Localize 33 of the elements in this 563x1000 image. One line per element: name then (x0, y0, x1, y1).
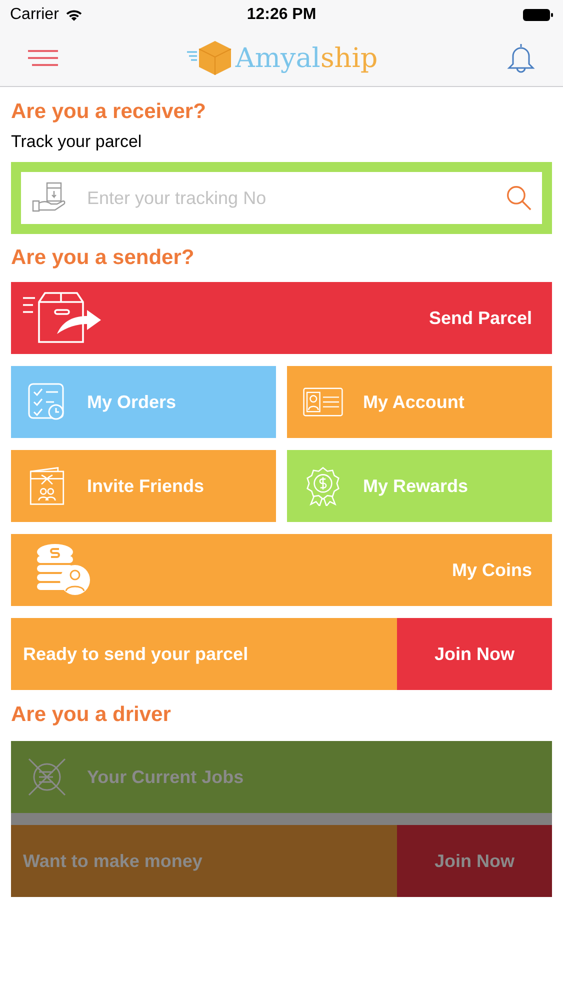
checklist-clock-icon (27, 382, 67, 422)
menu-tile[interactable]: My Coins (11, 534, 552, 606)
section-heading: Are you a sender? (11, 245, 196, 271)
tile-label: My Account (363, 392, 464, 412)
menu-tile[interactable]: Send Parcel (11, 282, 552, 354)
status-time: 12:26 PM (246, 6, 316, 24)
tile-label: Send Parcel (428, 308, 532, 328)
logo-icon (187, 40, 234, 76)
join-now-button[interactable]: Join Now (397, 618, 552, 690)
menu-button[interactable] (28, 49, 58, 67)
menu-tile[interactable]: My Rewards (287, 450, 552, 522)
section-subtitle: Track your parcel (11, 132, 143, 152)
promo-text: Want to make money (23, 850, 202, 872)
section-heading: Are you a receiver? (11, 99, 207, 125)
tile-label: My Rewards (363, 476, 468, 496)
notification-bell-button[interactable] (506, 42, 535, 74)
brand-name: Amyalship (235, 42, 378, 74)
battery-icon (523, 9, 553, 21)
promo-text: Ready to send your parcel (23, 644, 248, 664)
menu-tile[interactable]: My Orders (11, 366, 276, 438)
tracking-number-input[interactable]: Enter your tracking No (85, 186, 488, 210)
tile-label: My Coins (452, 560, 532, 580)
tile-label: My Orders (87, 392, 176, 412)
wifi-icon (64, 8, 83, 22)
menu-tile[interactable]: My Account (287, 366, 552, 438)
section-heading: Are you a driver (11, 702, 172, 728)
invitation-card-icon (27, 466, 67, 506)
tile-label: Your Current Jobs (87, 766, 244, 788)
search-icon[interactable] (506, 185, 532, 211)
menu-tile[interactable]: Invite Friends (11, 450, 276, 522)
crossed-list-icon (27, 757, 67, 797)
carrier-name: Carrier (10, 6, 59, 24)
tile-label: Invite Friends (87, 476, 204, 496)
